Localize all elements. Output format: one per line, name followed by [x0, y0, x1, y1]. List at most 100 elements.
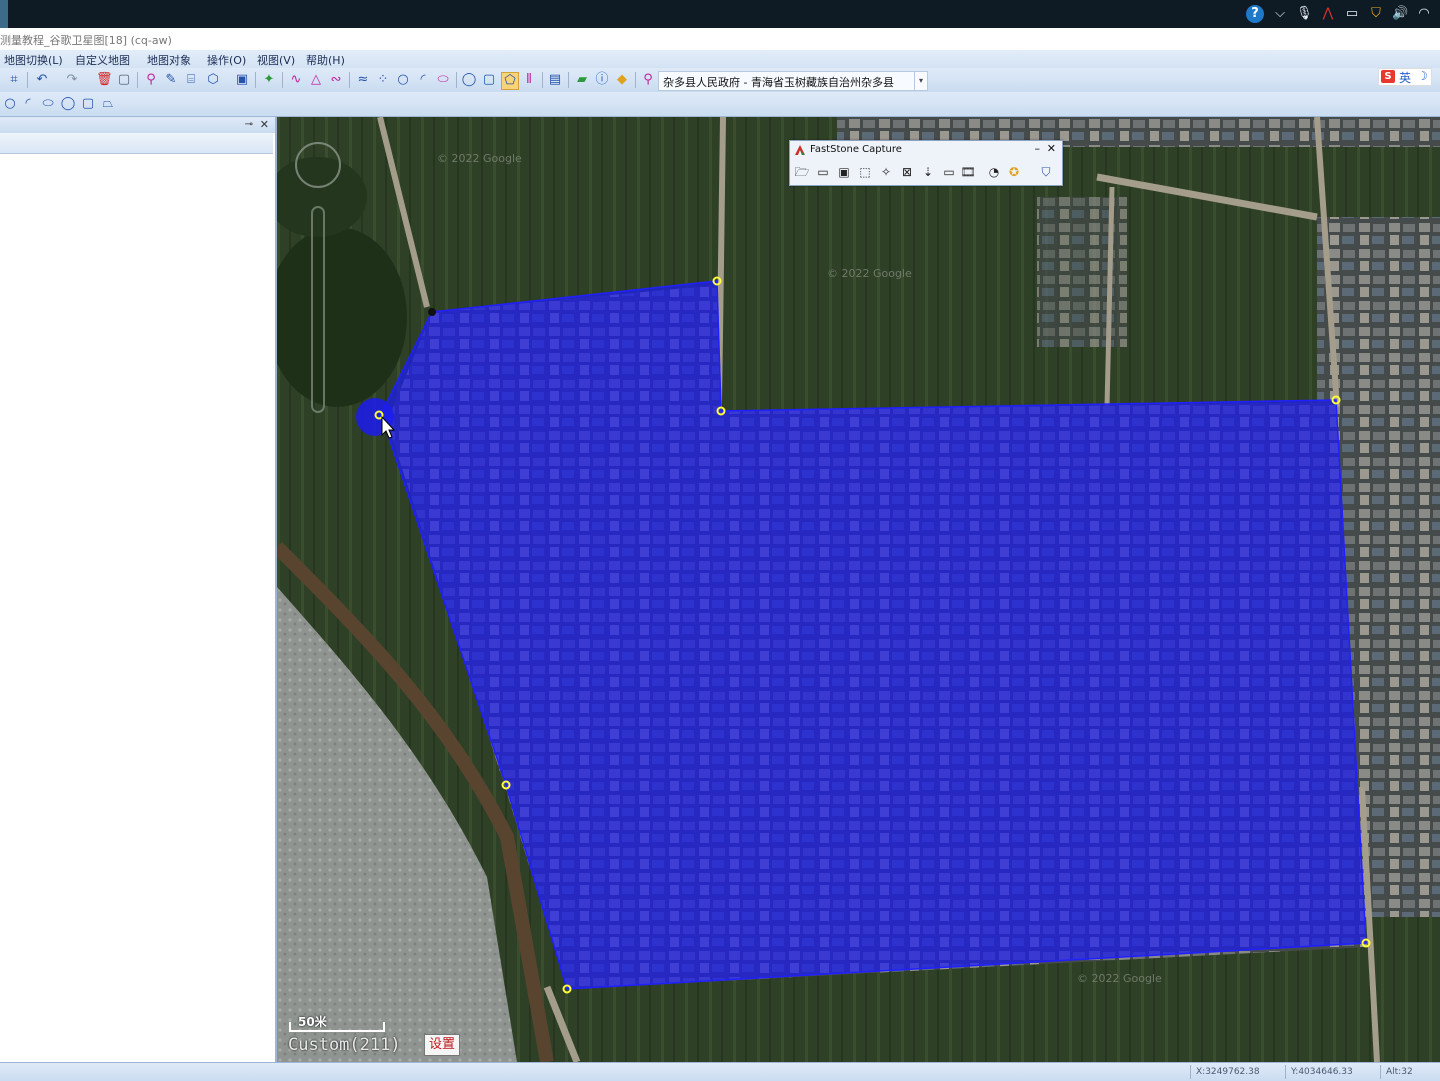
capture-fullscreen-icon[interactable]: ⊠ [899, 164, 915, 180]
close-button[interactable]: ✕ [1047, 142, 1056, 155]
curve-icon[interactable]: ∾ [328, 72, 344, 88]
chevron-down-icon[interactable]: ▾ [914, 72, 927, 90]
chevron-up-icon[interactable]: ⌵ [1272, 6, 1288, 22]
menu-map-objects[interactable]: 地图对象 [147, 52, 191, 68]
gem-icon[interactable]: ◆ [614, 72, 630, 88]
undo-icon[interactable]: ↶ [34, 72, 50, 88]
sector-icon[interactable]: ⏢ [100, 96, 116, 112]
toolbar-separator [635, 72, 636, 88]
satellite-map[interactable]: © 2022 Google © 2022 Google © 2022 Googl… [277, 117, 1440, 1062]
app-icon[interactable]: ⋀ [1320, 6, 1336, 22]
help-icon[interactable]: ? [1246, 5, 1264, 23]
status-separator [1190, 1065, 1191, 1079]
pin-icon[interactable]: ⊸ [245, 119, 253, 130]
settings-button[interactable]: 设置 [424, 1034, 460, 1056]
capture-freehand-icon[interactable]: ✧ [878, 164, 894, 180]
circle-icon[interactable]: ○ [2, 96, 18, 112]
placemark-icon[interactable]: ⚲ [143, 72, 159, 88]
menu-map-switch[interactable]: 地图切换(L) [4, 52, 63, 68]
layers-icon[interactable]: ▤ [547, 72, 563, 88]
panel-header: ⊸ ✕ [0, 117, 275, 133]
info-icon[interactable]: ⓘ [594, 72, 610, 88]
vertex-point[interactable] [428, 308, 436, 316]
shield-icon[interactable]: ⛉ [1368, 6, 1384, 22]
output-icon[interactable]: ✪ [1006, 164, 1022, 180]
toolbar-separator [542, 72, 543, 88]
window-titlebar: 测量教程_谷歌卫星图[18] (cq-aw) [0, 28, 1440, 51]
status-separator [1380, 1065, 1381, 1079]
toolbar-separator [349, 72, 350, 88]
redo-icon[interactable]: ↷ [64, 72, 80, 88]
toolbar-separator [456, 72, 457, 88]
zoom-level-label: Custom(211) [288, 1035, 401, 1055]
pin-icon[interactable]: ✦ [261, 72, 277, 88]
open-folder-icon[interactable]: 🗁 [794, 164, 810, 180]
camera-icon[interactable]: ▣ [234, 72, 250, 88]
capture-toolbar[interactable]: FastStone Capture – ✕ 🗁 ▭ ▣ ⬚ ✧ ⊠ ⇣ ▭ 🎞 … [789, 140, 1063, 186]
measure-icon[interactable]: ⌸ [183, 72, 199, 88]
select-icon[interactable]: ▢ [116, 72, 132, 88]
ime-indicator[interactable]: S 英 ☽ [1378, 68, 1432, 86]
menu-operations[interactable]: 操作(O) [207, 52, 246, 68]
status-bar: X:3249762.38 Y:4034646.33 Alt:32 [0, 1062, 1440, 1081]
comment-icon[interactable]: ▰ [574, 72, 590, 88]
triangle-icon[interactable]: △ [308, 72, 324, 88]
shape-icon[interactable]: ⬡ [205, 72, 221, 88]
ime-language: 英 [1399, 71, 1412, 85]
capture-object-icon[interactable]: ▣ [836, 164, 852, 180]
search-icon[interactable]: ⚲ [640, 72, 656, 88]
columns-icon[interactable]: ⦀ [521, 72, 537, 88]
settings-icon[interactable]: ⛉ [1038, 164, 1054, 180]
menu-bar: 地图切换(L) 自定义地图 地图对象 操作(O) 视图(V) 帮助(H) [0, 50, 1440, 68]
circle-icon[interactable]: ○ [395, 72, 411, 88]
ruler-icon[interactable]: ✎ [163, 72, 179, 88]
ellipse-icon[interactable]: ⬭ [435, 72, 451, 88]
moon-icon: ☽ [1417, 69, 1428, 83]
shape-toolbar: ○ ◜ ⬭ ◯ ▢ ⏢ [0, 92, 1440, 117]
rounded-rect-icon[interactable]: ▢ [80, 96, 96, 112]
main-toolbar: ⌗ ↶ ↷ 🗑 ▢ ⚲ ✎ ⌸ ⬡ ▣ ✦ ∿ △ ∾ ≈ ⁘ ○ ◜ ⬭ ◯ … [0, 68, 1440, 92]
circle-select-icon[interactable]: ◯ [461, 72, 477, 88]
arc-icon[interactable]: ◜ [415, 72, 431, 88]
map-watermark: © 2022 Google [827, 267, 912, 280]
location-search-box[interactable]: 杂多县人民政府 - 青海省玉树藏族自治州杂多县 ▾ [658, 71, 928, 91]
points-icon[interactable]: ⁘ [375, 72, 391, 88]
capture-scroll-icon[interactable]: ⇣ [920, 164, 936, 180]
volume-icon[interactable]: 🔊 [1392, 6, 1408, 22]
close-icon[interactable]: ✕ [260, 118, 269, 131]
capture-fixed-icon[interactable]: ▭ [941, 164, 957, 180]
ime-logo-icon: S [1381, 70, 1395, 83]
capture-window-icon[interactable]: ▭ [815, 164, 831, 180]
status-x-coordinate: X:3249762.38 [1196, 1067, 1260, 1077]
toolbar-separator [282, 72, 283, 88]
menu-custom-map[interactable]: 自定义地图 [75, 52, 130, 68]
lines-icon[interactable]: ≈ [355, 72, 371, 88]
battery-icon[interactable]: ▭ [1344, 6, 1360, 22]
map-watermark: © 2022 Google [1077, 972, 1162, 985]
status-altitude: Alt:32 [1386, 1067, 1413, 1077]
wifi-icon[interactable]: ◠ [1416, 6, 1432, 22]
capture-rect-icon[interactable]: ⬚ [857, 164, 873, 180]
scale-bar [289, 1022, 385, 1032]
delete-icon[interactable]: 🗑 [96, 72, 113, 88]
arc-icon[interactable]: ◜ [20, 96, 36, 112]
ring-icon[interactable]: ◯ [60, 96, 76, 112]
polyline-icon[interactable]: ∿ [288, 72, 304, 88]
microphone-icon[interactable]: 🎙 [1296, 6, 1313, 22]
os-taskbar: ? ⌵ 🎙 ⋀ ▭ ⛉ 🔊 ◠ [0, 0, 1440, 28]
menu-view[interactable]: 视图(V) [257, 52, 295, 68]
minimize-button[interactable]: – [1035, 142, 1041, 155]
polygon-select-icon[interactable]: ⬠ [501, 72, 519, 90]
rect-select-icon[interactable]: ▢ [481, 72, 497, 88]
timer-icon[interactable]: ◔ [986, 164, 1002, 180]
status-y-coordinate: Y:4034646.33 [1291, 1067, 1353, 1077]
screen-record-icon[interactable]: 🎞 [960, 164, 976, 180]
panel-subheader [0, 133, 273, 154]
map-canvas[interactable]: © 2022 Google © 2022 Google © 2022 Googl… [277, 117, 1440, 1062]
toolbar-separator [27, 72, 28, 88]
capture-toolbar-title: FastStone Capture [810, 144, 902, 155]
crop-icon[interactable]: ⌗ [6, 72, 22, 88]
map-watermark: © 2022 Google [437, 152, 522, 165]
menu-help[interactable]: 帮助(H) [306, 52, 345, 68]
ellipse-icon[interactable]: ⬭ [40, 96, 56, 112]
